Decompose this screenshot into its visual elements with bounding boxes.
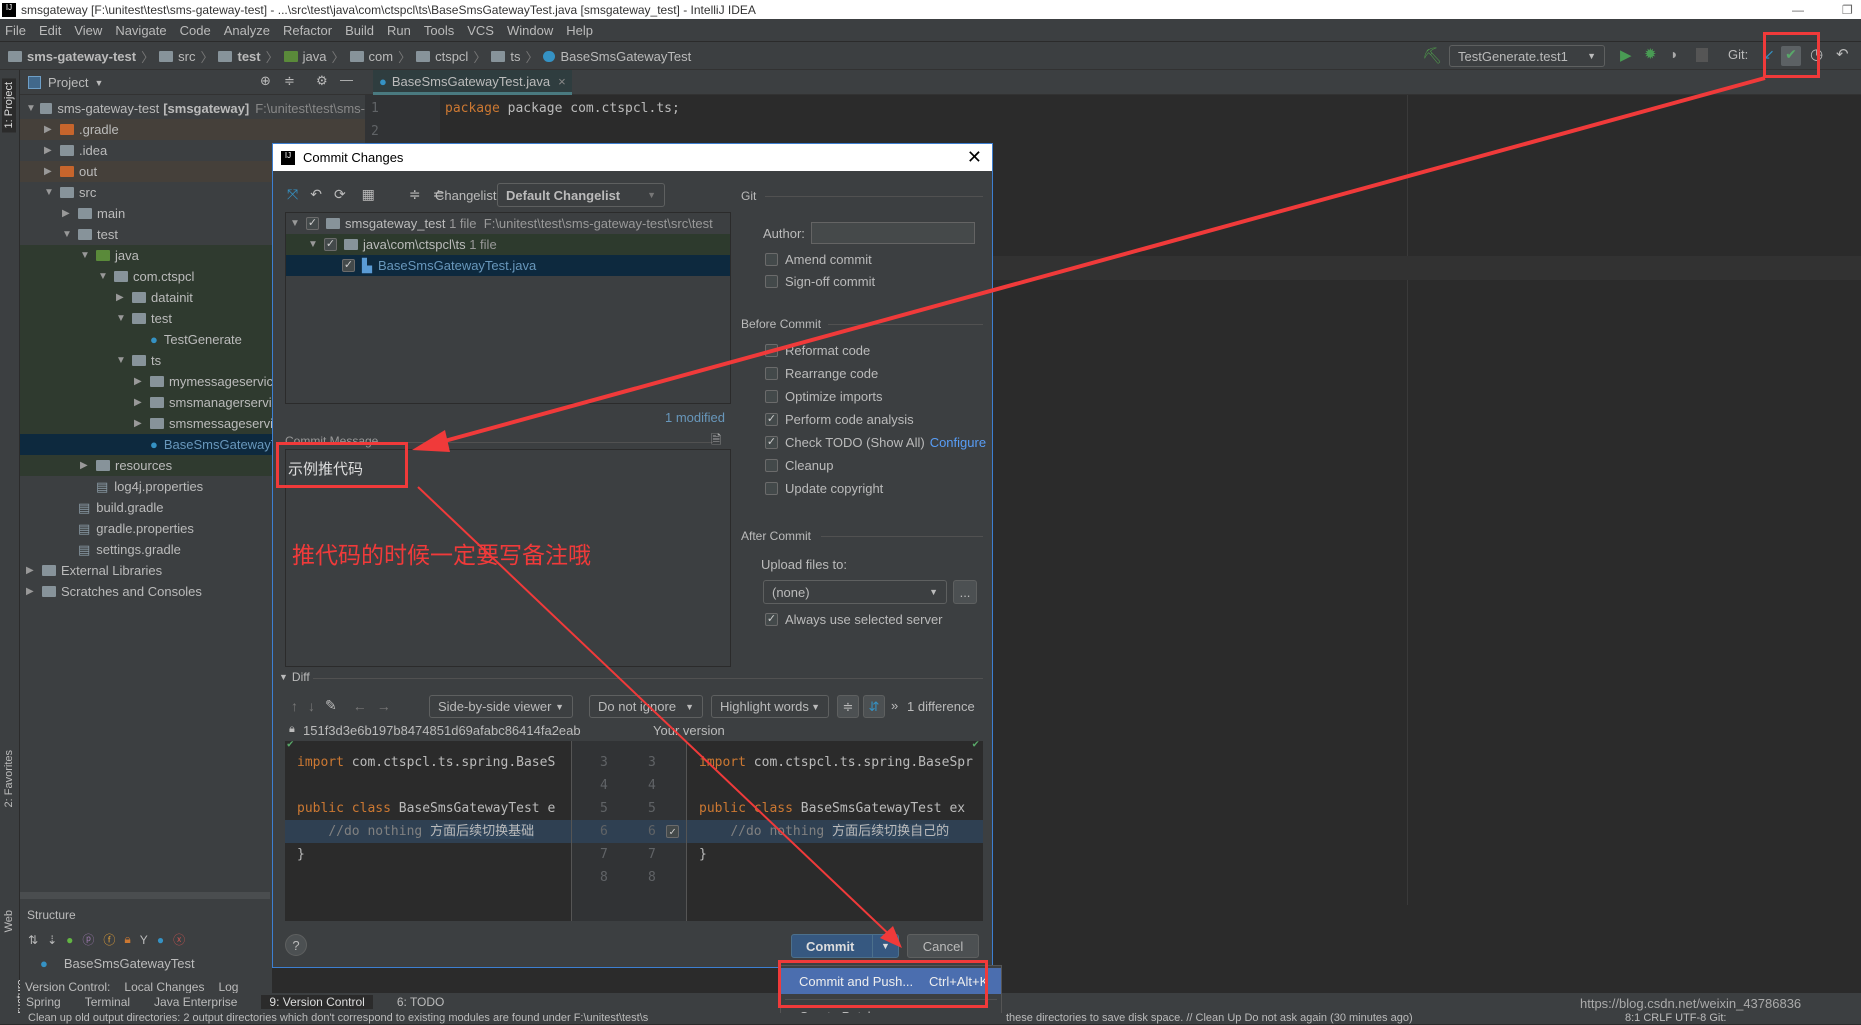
arrow-to-commit-message [429,76,1766,447]
arrow-to-commit-dropdown [417,486,896,941]
arrowhead [412,430,450,452]
annotation-arrows [412,76,1766,948]
